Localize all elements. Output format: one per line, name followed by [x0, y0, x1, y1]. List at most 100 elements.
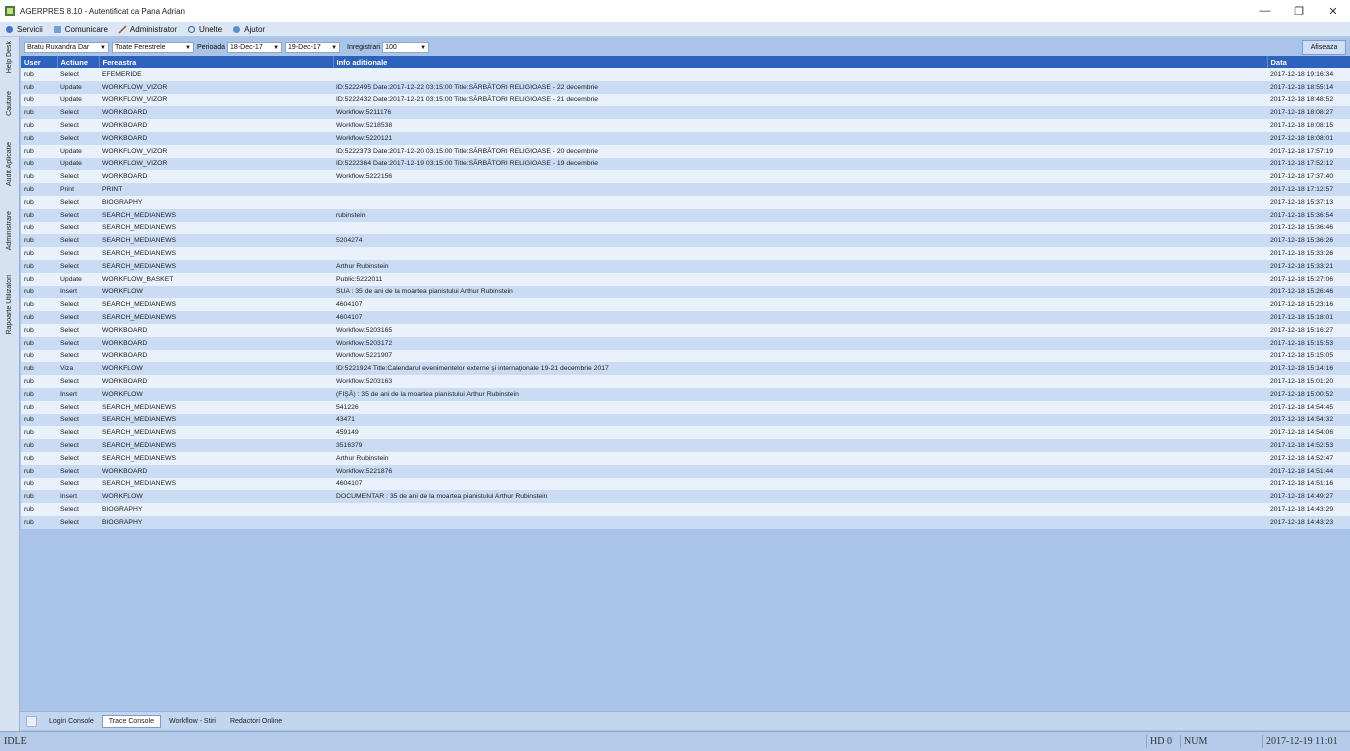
date-from-picker[interactable]: 18-Dec-17 ▼	[227, 42, 283, 53]
window-select[interactable]: Toate Ferestrele ▼	[112, 42, 194, 53]
table-row[interactable]: rub Select SEARCH_MEDIANEWS rubinstein 2017-…	[21, 208, 1350, 222]
cell-user: rub	[21, 247, 57, 260]
cell-info	[333, 515, 1267, 529]
table-row[interactable]: rub Update WORKFLOW_BASKET Public:5222011 20…	[21, 272, 1350, 286]
table-row[interactable]: rub Select SEARCH_MEDIANEWS Arthur Rubinste…	[21, 451, 1350, 465]
chevron-down-icon: ▼	[273, 45, 280, 51]
table-row[interactable]: rub Update WORKFLOW_VIZOR ID:5222373 Date:2…	[21, 144, 1350, 158]
table-row[interactable]: rub Print PRINT 2017-12-18 17:12:57	[21, 183, 1350, 196]
sidebar-tab-administrare[interactable]: Administrare	[1, 203, 18, 259]
table-row[interactable]: rub Update WORKFLOW_VIZOR ID:5222495 Date:2…	[21, 80, 1350, 94]
cell-user: rub	[21, 259, 57, 273]
table-row[interactable]: rub Insert WORKFLOW (FIŞĂ) : 35 de ani de l…	[21, 387, 1350, 401]
table-row[interactable]: rub Select WORKBOARD Workflow:5203163 2017-1…	[21, 375, 1350, 388]
tab-trace-console[interactable]: Trace Console	[101, 714, 162, 728]
cell-data: 2017-12-18 14:54:06	[1267, 426, 1350, 440]
table-row[interactable]: rub Select EFEMERIDE 2017-12-18 19:16:34	[21, 68, 1350, 81]
cell-user: rub	[21, 515, 57, 529]
table-row[interactable]: rub Select BIOGRAPHY 2017-12-18 14:43:23	[21, 515, 1350, 529]
cell-data: 2017-12-18 14:43:23	[1267, 515, 1350, 529]
cell-actiune: Select	[57, 208, 99, 222]
table-row[interactable]: rub Select WORKBOARD Workflow:5221876 2017-1…	[21, 464, 1350, 478]
communication-icon	[53, 25, 61, 33]
table-row[interactable]: rub Viza WORKFLOW ID:5221924 Title:Calendar…	[21, 362, 1350, 376]
count-select[interactable]: 100 ▼	[382, 42, 430, 53]
sidebar-tab-rapoarte-utilizatori[interactable]: Rapoarte Utilizatori	[1, 265, 18, 345]
menu-ajutor[interactable]: Ajutor	[232, 25, 265, 34]
tab-redactori-online[interactable]: Redactori Online	[224, 716, 288, 727]
table-row[interactable]: rub Select SEARCH_MEDIANEWS Arthur Rubinste…	[21, 259, 1350, 273]
table-row[interactable]: rub Select WORKBOARD Workflow:5211176 2017-1…	[21, 106, 1350, 120]
table-row[interactable]: rub Select SEARCH_MEDIANEWS 43471 2017-12-18…	[21, 413, 1350, 427]
table-header-row: User Actiune Fereastra Info aditionale D…	[21, 56, 1350, 68]
table-row[interactable]: rub Select WORKBOARD Workflow:5203165 2017-1…	[21, 323, 1350, 337]
cell-data: 2017-12-18 14:51:44	[1267, 464, 1350, 478]
restore-icon[interactable]: ❐	[1282, 0, 1316, 22]
table-row[interactable]: rub Select BIOGRAPHY 2017-12-18 15:37:13	[21, 195, 1350, 209]
cell-user: rub	[21, 93, 57, 107]
minimize-icon[interactable]: —	[1248, 0, 1282, 22]
date-to-value: 19-Dec-17	[288, 44, 321, 51]
window-select-value: Toate Ferestrele	[115, 44, 166, 51]
table-row[interactable]: rub Select SEARCH_MEDIANEWS 541226 2017-12-1…	[21, 400, 1350, 414]
column-header-fereastra[interactable]: Fereastra	[99, 56, 334, 68]
cell-fereastra: SEARCH_MEDIANEWS	[99, 247, 333, 260]
table-row[interactable]: rub Update WORKFLOW_VIZOR ID:5222364 Date:2…	[21, 157, 1350, 171]
table-row[interactable]: rub Select SEARCH_MEDIANEWS 4604107 2017-12-…	[21, 477, 1350, 491]
tab-workflow-stiri[interactable]: Workflow - Stiri	[163, 716, 222, 727]
status-state: IDLE	[4, 736, 27, 747]
table-row[interactable]: rub Insert WORKFLOW SUA : 35 de ani de la m…	[21, 285, 1350, 299]
column-header-user[interactable]: User	[21, 56, 58, 68]
sidebar-tab-cautare[interactable]: Cautare	[1, 81, 18, 125]
table-row[interactable]: rub Select WORKBOARD Workflow:5203172 2017-1…	[21, 336, 1350, 350]
cell-data: 2017-12-18 15:01:20	[1267, 375, 1350, 388]
table-row[interactable]: rub Select SEARCH_MEDIANEWS 4604107 2017-12-…	[21, 311, 1350, 324]
table-row[interactable]: rub Select WORKBOARD Workflow:5221907 2017-1…	[21, 349, 1350, 363]
menu-label: Administrator	[129, 24, 178, 34]
menu-administrator[interactable]: Administrator	[118, 25, 177, 34]
menu-bar: Servicii Comunicare Administrator Unelte…	[0, 22, 1350, 37]
trace-table: User Actiune Fereastra Info aditionale D…	[21, 56, 1350, 529]
menu-servicii[interactable]: Servicii	[5, 25, 43, 34]
user-select[interactable]: Bratu Ruxandra Dar ▼	[24, 42, 109, 53]
table-row[interactable]: rub Select WORKBOARD Workflow:5220121 2017-1…	[21, 131, 1350, 145]
table-row[interactable]: rub Select WORKBOARD Workflow:5222156 2017-1…	[21, 170, 1350, 184]
menu-comunicare[interactable]: Comunicare	[53, 25, 108, 34]
date-to-picker[interactable]: 19-Dec-17 ▼	[285, 42, 341, 53]
cell-info: (FIŞĂ) : 35 de ani de la moartea pianist…	[333, 387, 1267, 401]
cell-data: 2017-12-18 19:16:34	[1267, 68, 1350, 81]
sidebar-tab-label: Help Desk	[6, 40, 13, 74]
panel-toggle-icon[interactable]	[26, 715, 37, 727]
table-row[interactable]: rub Select SEARCH_MEDIANEWS 2017-12-18 15:3…	[21, 247, 1350, 260]
menu-unelte[interactable]: Unelte	[187, 25, 222, 34]
cell-user: rub	[21, 144, 57, 158]
table-row[interactable]: rub Select WORKBOARD Workflow:5218538 2017-1…	[21, 119, 1350, 132]
sidebar-tab-help-desk[interactable]: Help Desk	[1, 39, 18, 75]
close-icon[interactable]: ✕	[1316, 0, 1350, 22]
cell-fereastra: WORKBOARD	[99, 336, 333, 350]
cell-info: Workflow:5220121	[333, 131, 1267, 145]
table-row[interactable]: rub Insert WORKFLOW DOCUMENTAR : 35 de ani …	[21, 490, 1350, 504]
column-header-info[interactable]: Info aditionale	[333, 56, 1268, 68]
column-header-data[interactable]: Data	[1267, 56, 1350, 68]
table-row[interactable]: rub Select SEARCH_MEDIANEWS 5204274 2017-12-…	[21, 234, 1350, 248]
cell-data: 2017-12-18 14:52:47	[1267, 451, 1350, 465]
sidebar-tab-audit-aplicatie[interactable]: Audit Aplicatie	[1, 131, 18, 197]
cell-user: rub	[21, 503, 57, 516]
cell-actiune: Select	[57, 234, 99, 248]
status-num: NUM	[1180, 735, 1247, 748]
table-row[interactable]: rub Select SEARCH_MEDIANEWS 3516379 2017-12-…	[21, 439, 1350, 452]
tab-login-console[interactable]: Login Console	[43, 716, 100, 727]
cell-actiune: Print	[57, 183, 99, 196]
table-row[interactable]: rub Update WORKFLOW_VIZOR ID:5222432 Date:2…	[21, 93, 1350, 107]
status-hd: HD 0	[1146, 735, 1175, 748]
afiseaza-button[interactable]: Afiseaza	[1302, 40, 1346, 55]
cell-fereastra: WORKBOARD	[99, 323, 333, 337]
cell-user: rub	[21, 451, 57, 465]
table-row[interactable]: rub Select BIOGRAPHY 2017-12-18 14:43:29	[21, 503, 1350, 516]
table-row[interactable]: rub Select SEARCH_MEDIANEWS 4604107 2017-12-…	[21, 298, 1350, 312]
column-header-actiune[interactable]: Actiune	[57, 56, 100, 68]
table-row[interactable]: rub Select SEARCH_MEDIANEWS 459149 2017-12-1…	[21, 426, 1350, 440]
cell-actiune: Select	[57, 400, 99, 414]
table-row[interactable]: rub Select SEARCH_MEDIANEWS 2017-12-18 15:3…	[21, 221, 1350, 235]
